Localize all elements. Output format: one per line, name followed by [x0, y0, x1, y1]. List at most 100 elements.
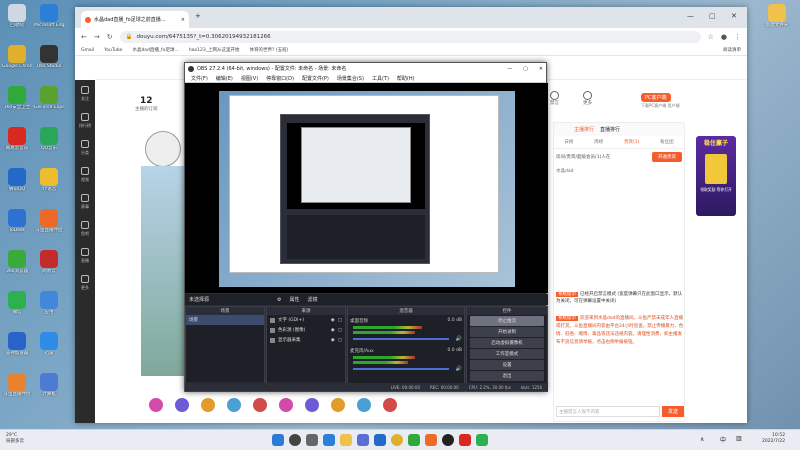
obs-taskbar-icon[interactable] [442, 434, 454, 446]
desktop-shortcut[interactable]: 应用 [34, 291, 64, 325]
desktop-shortcut[interactable]: 回收站 [2, 4, 32, 38]
menu-icon[interactable]: ⋮ [734, 33, 741, 41]
desktop-shortcut[interactable]: Google Chrome [2, 45, 32, 79]
desktop-shortcut[interactable]: 网易云音乐 [2, 127, 32, 161]
send-button[interactable]: 发送 [661, 406, 684, 417]
scene-item[interactable]: 场景 [186, 315, 264, 325]
desktop-shortcut[interactable]: 腾讯QQ [2, 168, 32, 202]
folder-shortcut[interactable]: 新建文件夹 [762, 4, 792, 38]
chat-input[interactable]: 主播禁言人观不内容 [556, 406, 660, 417]
desktop-shortcut[interactable]: 微信 [2, 291, 32, 325]
bookmark-item[interactable]: Gmail [81, 48, 94, 53]
obs-maximize-icon[interactable]: ▢ [523, 66, 528, 72]
gift-icon[interactable] [149, 398, 163, 412]
tray-up-icon[interactable]: ∧ [700, 436, 704, 443]
desktop-shortcut[interactable]: QQ音乐 [34, 127, 64, 161]
edge-taskbar-icon[interactable] [323, 434, 335, 446]
left-nav-item[interactable]: 分类 [75, 134, 95, 161]
rank-tab[interactable]: 主播排行 [574, 126, 594, 133]
maximize-icon[interactable]: ▢ [709, 12, 716, 20]
profile-icon[interactable]: ● [721, 33, 727, 41]
task-view-icon[interactable] [306, 434, 318, 446]
mute-control[interactable]: 禁言 [550, 91, 559, 106]
desktop-shortcut[interactable]: Microsoft Edge [34, 4, 64, 38]
gift-icon[interactable] [201, 398, 215, 412]
left-nav-item[interactable]: 直播 [75, 242, 95, 269]
tab-close-icon[interactable]: × [181, 17, 185, 23]
desktop-shortcut[interactable]: 360浏览器 [2, 250, 32, 284]
back-icon[interactable]: ← [81, 33, 87, 41]
desktop-shortcut[interactable]: 360安全卫士 [2, 86, 32, 120]
obs-preview[interactable] [185, 83, 548, 293]
more-control[interactable]: 更多 [583, 91, 592, 106]
sub-tab[interactable]: 周榜 [594, 139, 603, 145]
lock-icon[interactable]: ▢ [338, 318, 342, 323]
star-icon[interactable]: ☆ [708, 33, 714, 41]
control-button[interactable]: 停止推流 [470, 316, 544, 326]
gift-icon[interactable] [357, 398, 371, 412]
obs-menu-item[interactable]: 文件(F) [191, 75, 208, 82]
clock[interactable]: 10:52 2022/7/22 [762, 433, 785, 445]
obs-menu-item[interactable]: 场景集合(S) [337, 75, 364, 82]
desktop-shortcut[interactable]: ToDesk [2, 209, 32, 243]
obs-close-icon[interactable]: ✕ [539, 66, 543, 72]
control-button[interactable]: 退出 [470, 371, 544, 381]
desktop-shortcut[interactable]: 计算机 [34, 373, 64, 407]
obs-menu-item[interactable]: 停靠窗口(D) [266, 75, 294, 82]
url-field[interactable]: 🔒 douyu.com/6475135?_t=0.306201949321812… [119, 30, 701, 43]
bookmark-item[interactable]: 体育的世界? (五班) [250, 47, 289, 53]
left-nav-item[interactable]: 鱼吧 [75, 215, 95, 242]
wechat-taskbar-icon[interactable] [476, 434, 488, 446]
qq-taskbar-icon[interactable] [374, 434, 386, 446]
desktop-shortcut[interactable]: Obs Studio [34, 45, 64, 79]
rank-tab[interactable]: 直播排行 [600, 126, 620, 133]
obs-menu-item[interactable]: 帮助(H) [397, 75, 415, 82]
pc-client-block[interactable]: PC客户端 下载PC客户端 用户端 [641, 93, 679, 109]
reading-list[interactable]: 阅读清单 [723, 47, 741, 53]
sub-tab[interactable]: 贵宾(1) [624, 139, 639, 145]
source-row[interactable]: 文字 (GDI+) ◉ ▢ [267, 315, 345, 325]
eye-icon[interactable]: ◉ [331, 328, 335, 333]
control-button[interactable]: 启动虚拟摄像机 [470, 338, 544, 348]
control-button[interactable]: 设置 [470, 360, 544, 370]
browser-tab[interactable]: 水晶dad直播_fo足球之前直播... × [81, 11, 189, 28]
close-icon[interactable]: ✕ [731, 12, 737, 20]
desktop-shortcut[interactable]: 网易云 [34, 250, 64, 284]
control-button[interactable]: 开始录制 [470, 327, 544, 337]
volume-slider[interactable] [353, 338, 449, 340]
desktop-shortcut[interactable]: 斗鱼直播伴侣 [34, 209, 64, 243]
eye-icon[interactable]: ◉ [331, 338, 335, 343]
gift-icon[interactable] [227, 398, 241, 412]
search-icon[interactable] [289, 434, 301, 446]
gift-icon[interactable] [253, 398, 267, 412]
source-row[interactable]: 显示器采集 ◉ ▢ [267, 335, 345, 345]
obs-minimize-icon[interactable]: — [507, 66, 512, 72]
lang-indicator[interactable]: 中 [720, 435, 726, 444]
obs-menu-item[interactable]: 视图(V) [241, 75, 258, 82]
explorer-taskbar-icon[interactable] [340, 434, 352, 446]
netease-taskbar-icon[interactable] [459, 434, 471, 446]
bookmark-item[interactable]: 水晶dad直播_fo足球... [132, 47, 178, 53]
left-nav-item[interactable]: 排行榜 [75, 107, 95, 134]
left-nav-item[interactable]: 关注 [75, 80, 95, 107]
side-banner[interactable]: 稳住赢子 领取奖励 等你打开 [696, 136, 736, 216]
gift-icon[interactable] [305, 398, 319, 412]
lock-icon[interactable]: ▢ [338, 328, 342, 333]
bookmark-item[interactable]: hao123_上网从这里开始 [189, 47, 240, 53]
lock-icon[interactable]: ▢ [338, 338, 342, 343]
desktop-shortcut[interactable]: 迅雷 [34, 332, 64, 366]
gift-icon[interactable] [383, 398, 397, 412]
gift-icon[interactable] [331, 398, 345, 412]
filters-button[interactable]: 滤镜 [308, 296, 318, 303]
source-row[interactable]: 色彩源 (图像) ◉ ▢ [267, 325, 345, 335]
app-taskbar-icon[interactable] [408, 434, 420, 446]
obs-menu-item[interactable]: 工具(T) [372, 75, 389, 82]
store-taskbar-icon[interactable] [357, 434, 369, 446]
properties-button[interactable]: 属性 [290, 296, 300, 303]
control-button[interactable]: 工作室模式 [470, 349, 544, 359]
start-icon[interactable] [272, 434, 284, 446]
obs-menu-item[interactable]: 编辑(E) [216, 75, 233, 82]
eye-icon[interactable]: ◉ [331, 318, 335, 323]
sub-tab[interactable]: 日榜 [564, 139, 573, 145]
reload-icon[interactable]: ↻ [107, 33, 113, 41]
